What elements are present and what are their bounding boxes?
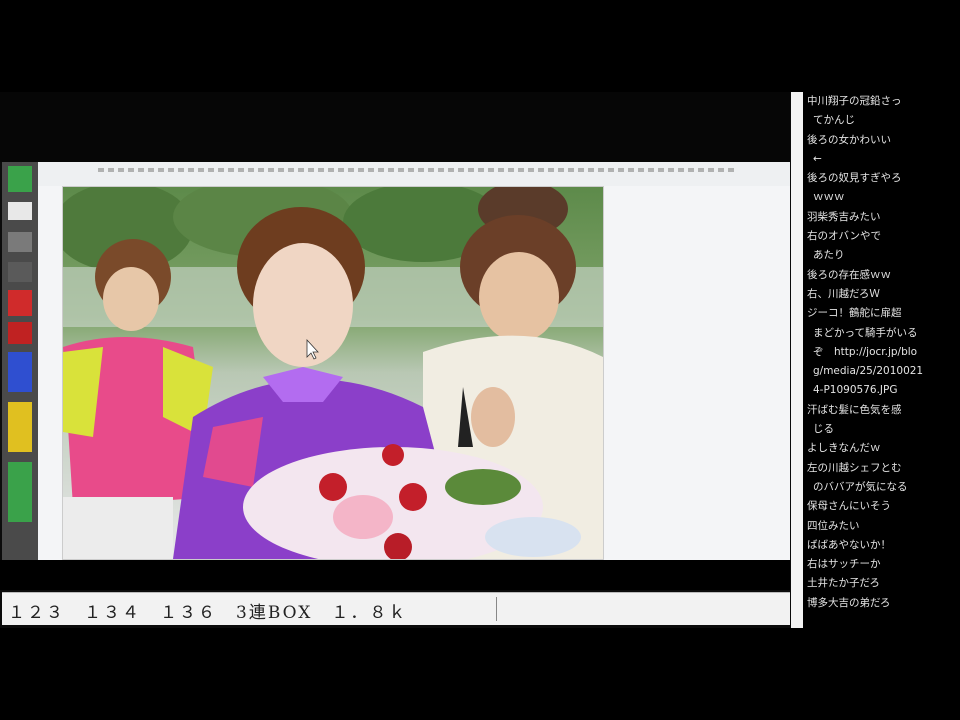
- comment-item: てかんじ: [813, 114, 855, 127]
- comment-item: ｗｗｗ: [813, 191, 845, 204]
- comment-item: 土井たか子だろ: [807, 577, 880, 590]
- strip-block-gray: [8, 232, 32, 252]
- comment-item: 後ろの奴見すぎやろ: [807, 172, 902, 185]
- toolbar-text-line: [98, 168, 738, 172]
- comment-panel-border: [791, 92, 803, 628]
- comment-item: よしきなんだｗ: [807, 442, 881, 455]
- comment-item: 左の川越シェフとむ: [807, 461, 902, 474]
- video-letterbox-middle: [0, 560, 790, 590]
- video-player[interactable]: １２３ １３４ １３６ 3連BOX １．８ｋ: [0, 92, 800, 628]
- comment-item: ジーコ！鶴舵に扉超: [807, 307, 902, 320]
- comment-item: g/media/25/2010021: [813, 365, 924, 378]
- comment-item: ばばあやないか！: [807, 538, 891, 551]
- comment-item: 汗ばむ髪に色気を感: [807, 403, 902, 416]
- strip-block-green2: [8, 462, 32, 522]
- browser-toolbar: [38, 162, 790, 187]
- comment-item: 後ろの存在感ｗｗ: [807, 268, 891, 281]
- comment-item: あたり: [813, 249, 845, 262]
- web-page: [38, 186, 790, 562]
- comment-item: ←: [813, 152, 822, 165]
- strip-block-blue: [8, 352, 32, 392]
- comment-item: ぞ http://jocr.jp/blo: [813, 345, 918, 358]
- comment-item: 博多大吉の弟だろ: [807, 596, 891, 609]
- comment-item: 右、川越だろＷ: [807, 287, 880, 300]
- comment-item: 4-P1090576.JPG: [813, 384, 898, 397]
- strip-block-dark: [8, 262, 32, 282]
- captured-screen: [2, 162, 790, 562]
- strip-block-green: [8, 166, 32, 192]
- comment-item: のババアが気になる: [813, 480, 908, 493]
- photo-image: [63, 187, 603, 559]
- strip-block-white: [8, 202, 32, 220]
- comment-item: 右のオバンやで: [807, 230, 882, 243]
- comment-item: 右はサッチーか: [807, 558, 881, 571]
- comment-item: 保母さんにいそう: [807, 500, 891, 513]
- comment-item: 中川翔子の冠鉛さっ: [807, 95, 902, 107]
- comment-list[interactable]: 中川翔子の冠鉛さってかんじ後ろの女かわいい ← 後ろの奴見すぎやろ ｗｗｗ 羽柴秀吉みた…: [803, 92, 960, 628]
- strip-block-red2: [8, 322, 32, 344]
- strip-block-yellow: [8, 402, 32, 452]
- comment-item: じる: [813, 423, 834, 436]
- video-letterbox-top: [0, 92, 790, 162]
- comment-item: 後ろの女かわいい: [807, 133, 891, 146]
- ticker-divider: [496, 597, 497, 621]
- ticker-bar: １２３ １３４ １３６ 3連BOX １．８ｋ: [2, 592, 790, 625]
- strip-block-red: [8, 290, 32, 316]
- comment-item: まどかって騎手がいる: [813, 326, 918, 339]
- comment-item: 四位みたい: [807, 519, 860, 532]
- left-icon-strip: [2, 162, 38, 562]
- ticker-text: １２３ １３４ １３６ 3連BOX １．８ｋ: [8, 603, 408, 623]
- comment-item: 羽柴秀吉みたい: [807, 210, 881, 223]
- jockey-photo: [62, 186, 604, 560]
